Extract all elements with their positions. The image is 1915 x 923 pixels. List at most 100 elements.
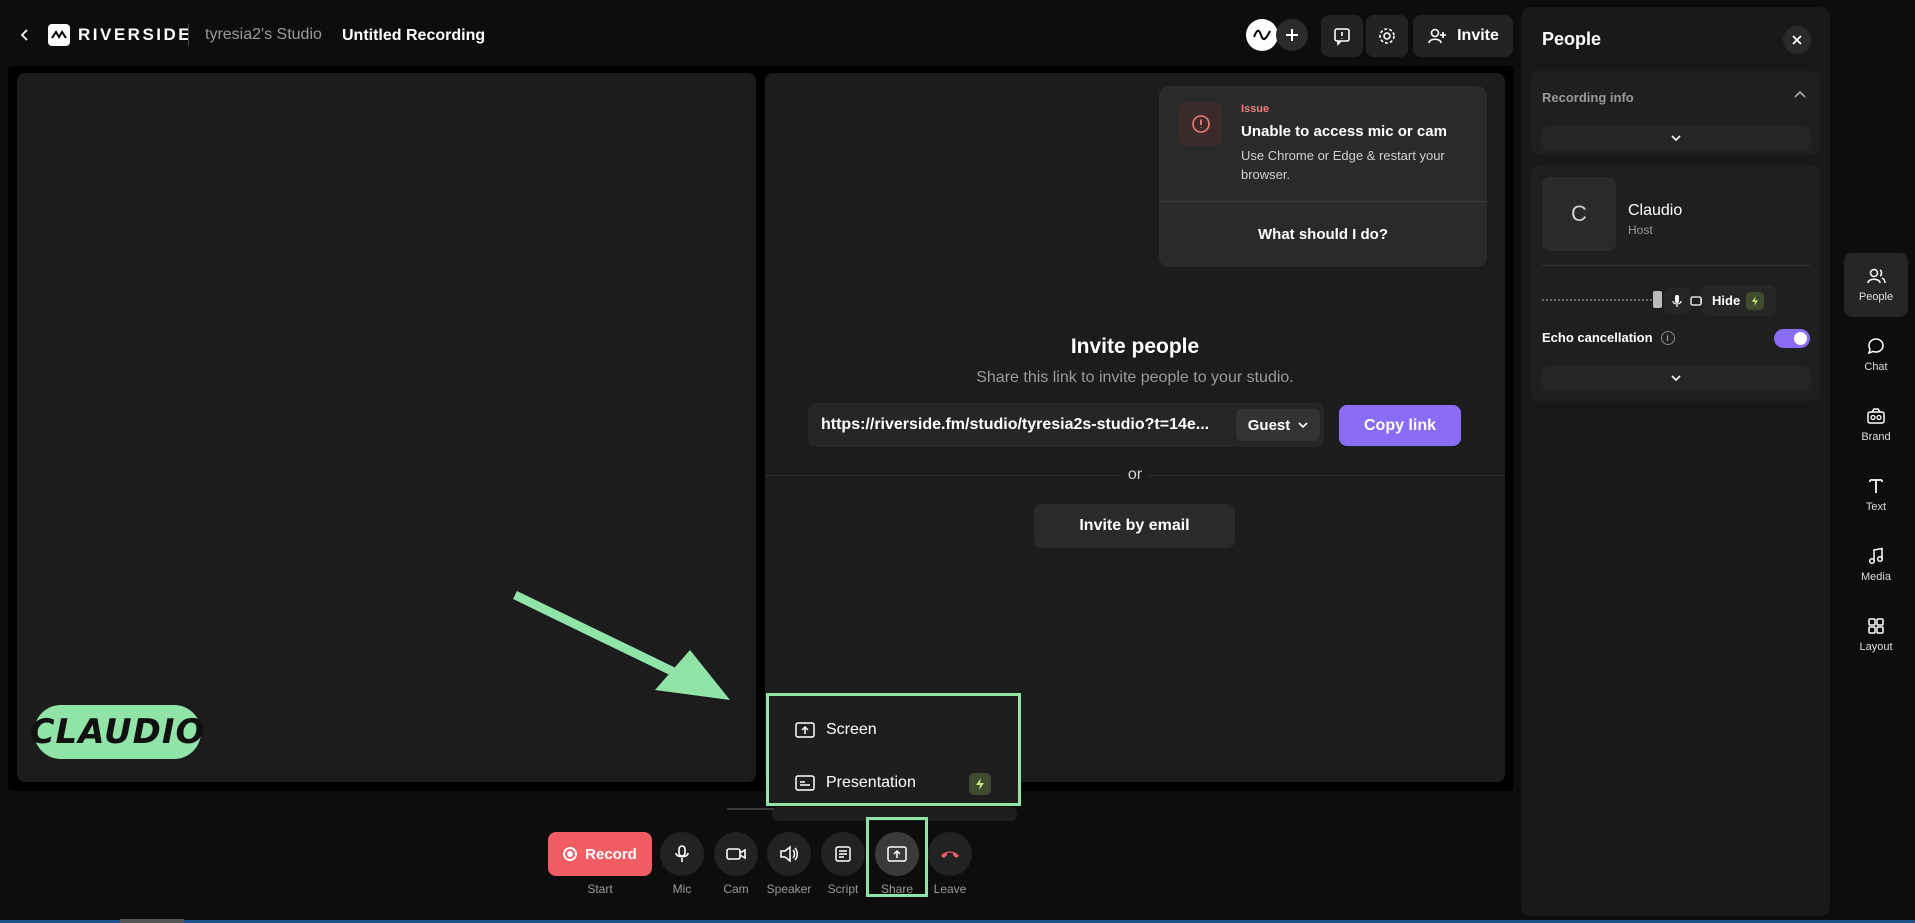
share-screen-label: Screen — [826, 721, 877, 738]
invite-title: Invite people — [1070, 335, 1200, 358]
cam-caption: Cam — [723, 882, 749, 896]
issue-tag: Issue — [1241, 103, 1270, 115]
screen-share-icon — [795, 722, 815, 738]
share-screen-item[interactable]: Screen — [794, 720, 877, 740]
record-button[interactable]: Record — [548, 832, 652, 876]
sidebar-item-label: Chat — [1864, 361, 1888, 373]
invite-link-field[interactable]: https://riverside.fm/studio/tyresia2s-st… — [808, 403, 1324, 447]
sidebar-item-media[interactable]: Media — [1844, 533, 1908, 597]
premium-badge — [1746, 291, 1765, 310]
chevron-down-icon — [1298, 422, 1308, 429]
people-icon — [1867, 268, 1886, 284]
lightning-icon — [1751, 295, 1759, 306]
mic-button[interactable] — [660, 832, 704, 876]
share-highlight-annotation — [866, 817, 928, 897]
leave-caption: Leave — [933, 882, 967, 896]
share-presentation-item[interactable]: Presentation — [794, 773, 916, 793]
add-button[interactable] — [1276, 19, 1308, 51]
record-label: Record — [585, 845, 637, 863]
invite-by-email-button[interactable]: Invite by email — [1034, 504, 1235, 548]
recording-info-label[interactable]: Recording info — [1542, 90, 1634, 105]
participant-name-tag: CLAUDIO — [30, 705, 204, 759]
echo-cancellation-toggle[interactable] — [1774, 329, 1810, 348]
close-panel-button[interactable] — [1783, 26, 1811, 54]
invite-button[interactable]: Invite — [1413, 15, 1513, 57]
what-should-i-do-button[interactable]: What should I do? — [1159, 226, 1487, 243]
riverside-logo-icon — [48, 24, 70, 46]
role-select-value: Guest — [1247, 416, 1291, 434]
user-avatar[interactable] — [1246, 19, 1278, 51]
script-icon — [835, 846, 851, 862]
cam-button[interactable] — [714, 832, 758, 876]
speaker-icon — [780, 845, 798, 863]
issue-card: Issue Unable to access mic or cam Use Ch… — [1159, 86, 1487, 267]
logo-text: RIVERSIDE — [78, 25, 193, 44]
sidebar-item-label: Brand — [1861, 431, 1891, 443]
info-icon[interactable]: i — [1660, 330, 1675, 345]
microphone-icon — [675, 845, 689, 862]
plus-icon — [1286, 29, 1298, 41]
share-menu: Screen Presentation — [766, 693, 1021, 806]
participant-mic-button[interactable] — [1664, 288, 1690, 314]
chevron-down-icon — [1671, 374, 1681, 381]
issue-title: Unable to access mic or cam — [1241, 123, 1447, 140]
participant-card: C Claudio Host Hide Echo cancellation i — [1531, 165, 1820, 401]
horizontal-scrollbar[interactable] — [120, 919, 184, 923]
volume-slider-handle[interactable] — [1653, 291, 1662, 308]
music-note-icon — [1868, 547, 1884, 565]
chevron-up-icon[interactable] — [1794, 91, 1806, 99]
invite-label: Invite — [1457, 27, 1499, 44]
close-icon — [1792, 35, 1802, 45]
recording-title[interactable]: Untitled Recording — [342, 27, 485, 45]
chevron-down-icon — [1671, 134, 1681, 141]
riverside-logo[interactable]: RIVERSIDE — [48, 24, 192, 46]
speaker-button[interactable] — [767, 832, 811, 876]
record-icon — [563, 847, 578, 861]
chevron-left-icon — [20, 29, 28, 41]
volume-slider[interactable] — [1542, 299, 1660, 301]
sidebar-item-layout[interactable]: Layout — [1844, 603, 1908, 667]
speaker-caption: Speaker — [766, 882, 812, 896]
issue-icon-box — [1179, 102, 1223, 146]
recording-info-section: Recording info — [1531, 71, 1820, 155]
invite-subtitle: Share this link to invite people to your… — [976, 369, 1294, 386]
leave-button[interactable] — [928, 832, 972, 876]
role-select[interactable]: Guest — [1236, 409, 1320, 441]
sidebar-item-label: Layout — [1859, 641, 1893, 653]
chat-icon — [1867, 338, 1884, 355]
bottom-toolbar: Record Start Mic Cam Speaker Script Shar… — [0, 830, 1515, 910]
studio-name[interactable]: tyresia2's Studio — [205, 26, 322, 44]
camera-icon — [726, 848, 746, 860]
sidebar-item-label: Media — [1861, 571, 1891, 583]
hide-participant-button[interactable]: Hide — [1702, 285, 1776, 316]
sidebar-item-people[interactable]: People — [1844, 253, 1908, 317]
add-user-icon — [1428, 28, 1447, 44]
or-label: or — [1121, 466, 1149, 483]
echo-cancellation-label: Echo cancellation — [1542, 330, 1653, 345]
annotation-arrow — [513, 590, 730, 700]
sidebar-item-brand[interactable]: Brand — [1844, 393, 1908, 457]
script-caption: Script — [827, 882, 859, 896]
people-panel: People Recording info C Claudio Host Hid… — [1521, 7, 1830, 916]
text-icon — [1869, 479, 1883, 493]
recording-info-dropdown[interactable] — [1542, 126, 1810, 150]
issue-description: Use Chrome or Edge & restart your browse… — [1241, 148, 1445, 182]
script-button[interactable] — [821, 832, 865, 876]
settings-button[interactable] — [1366, 15, 1408, 57]
layout-grid-icon — [1868, 618, 1884, 634]
feedback-button[interactable] — [1321, 15, 1363, 57]
or-separator: or — [765, 466, 1505, 484]
sidebar-item-chat[interactable]: Chat — [1844, 323, 1908, 387]
share-presentation-label: Presentation — [826, 774, 916, 791]
divider — [1542, 265, 1810, 266]
alert-circle-icon — [1192, 115, 1210, 133]
sidebar-item-label: People — [1858, 291, 1894, 303]
premium-badge — [969, 773, 991, 795]
top-bar: RIVERSIDE tyresia2's Studio Untitled Rec… — [0, 0, 1515, 66]
copy-link-button[interactable]: Copy link — [1339, 405, 1461, 446]
back-button[interactable] — [14, 24, 36, 46]
participant-settings-dropdown[interactable] — [1542, 366, 1810, 390]
brand-icon — [1867, 408, 1885, 424]
panel-title: People — [1542, 29, 1602, 49]
sidebar-item-text[interactable]: Text — [1844, 463, 1908, 527]
